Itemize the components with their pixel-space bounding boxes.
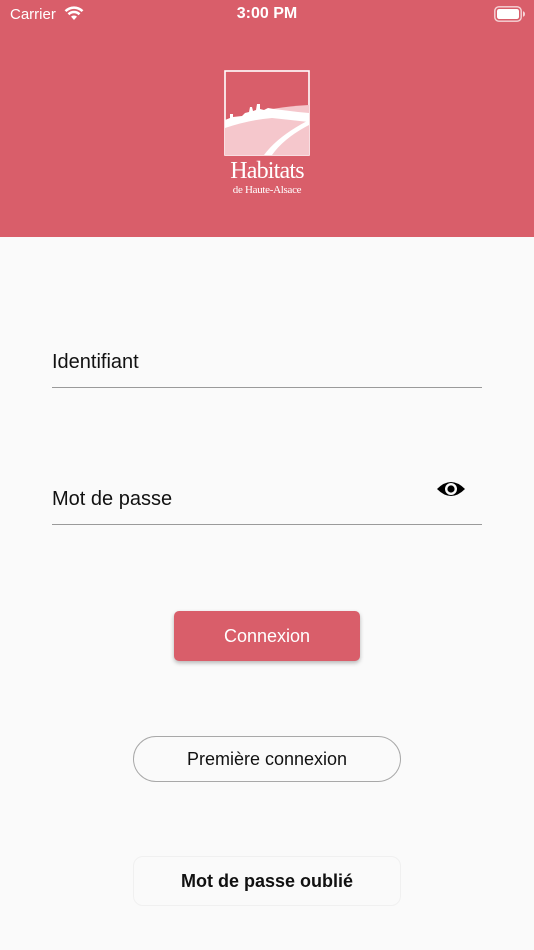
- eye-icon[interactable]: [436, 476, 466, 502]
- password-field: [52, 475, 482, 525]
- first-login-button[interactable]: Première connexion: [133, 736, 401, 782]
- status-time: 3:00 PM: [236, 5, 298, 22]
- forgot-password-button[interactable]: Mot de passe oublié: [133, 856, 401, 906]
- identifiant-field: [52, 338, 482, 388]
- identifiant-input[interactable]: [52, 338, 432, 386]
- logo-title: Habitats: [230, 158, 304, 184]
- login-button[interactable]: Connexion: [174, 611, 360, 661]
- battery-icon: [494, 6, 525, 22]
- habitats-logo: Habitats de Haute-Alsace: [224, 70, 310, 196]
- status-bar: Carrier 3:00 PM: [0, 0, 534, 28]
- logo-subtitle: de Haute-Alsace: [232, 184, 302, 196]
- logo-emblem: [224, 70, 310, 156]
- password-input[interactable]: [52, 475, 432, 523]
- header-banner: Carrier 3:00 PM Habitats de Haute-Alsace: [0, 0, 534, 237]
